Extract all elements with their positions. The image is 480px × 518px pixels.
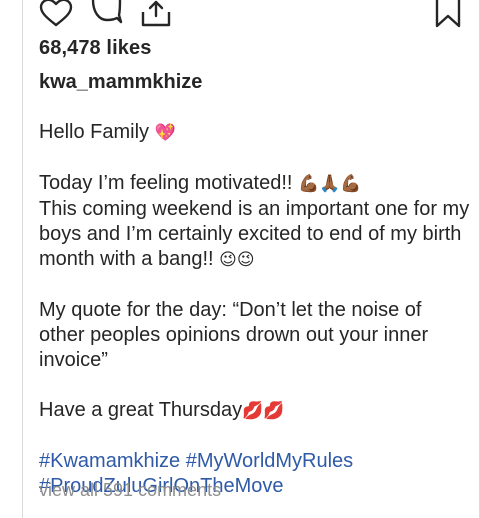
- caption-text: Today I’m feeling motivated!!: [39, 172, 293, 194]
- view-comments-link[interactable]: view all 591 comments: [39, 480, 221, 501]
- share-icon[interactable]: [139, 0, 173, 28]
- hashtag-link[interactable]: #Kwamamkhize: [39, 450, 180, 472]
- flex-pray-emoji: 💪🏾🙏🏾💪🏾: [298, 174, 362, 194]
- caption-text: Have a great Thursday: [39, 399, 243, 421]
- heart-icon[interactable]: [39, 0, 73, 28]
- author-username[interactable]: kwa_mammkhize: [39, 71, 202, 94]
- caption-line: Hello Family 💖: [39, 120, 471, 146]
- post-card: 68,478 likes kwa_mammkhize Hello Family …: [22, 0, 480, 518]
- heart-emoji: 💖: [154, 123, 176, 143]
- hashtag-link[interactable]: #MyWorldMyRules: [186, 450, 353, 472]
- comment-icon[interactable]: [89, 0, 123, 28]
- post-caption: Hello Family 💖 Today I’m feeling motivat…: [39, 120, 471, 499]
- caption-line: This coming weekend is an important one …: [39, 197, 471, 273]
- caption-text: Hello Family: [39, 121, 150, 143]
- caption-line: Have a great Thursday💋💋: [39, 398, 471, 424]
- caption-line: Today I’m feeling motivated!! 💪🏾🙏🏾💪🏾: [39, 171, 471, 197]
- caption-line: My quote for the day: “Don’t let the noi…: [39, 299, 429, 371]
- bookmark-icon[interactable]: [433, 0, 463, 28]
- likes-count[interactable]: 68,478 likes: [39, 37, 151, 60]
- action-bar: [23, 0, 479, 30]
- wink-emoji: 😉😉: [219, 250, 255, 270]
- kiss-emoji: 💋💋: [242, 401, 285, 421]
